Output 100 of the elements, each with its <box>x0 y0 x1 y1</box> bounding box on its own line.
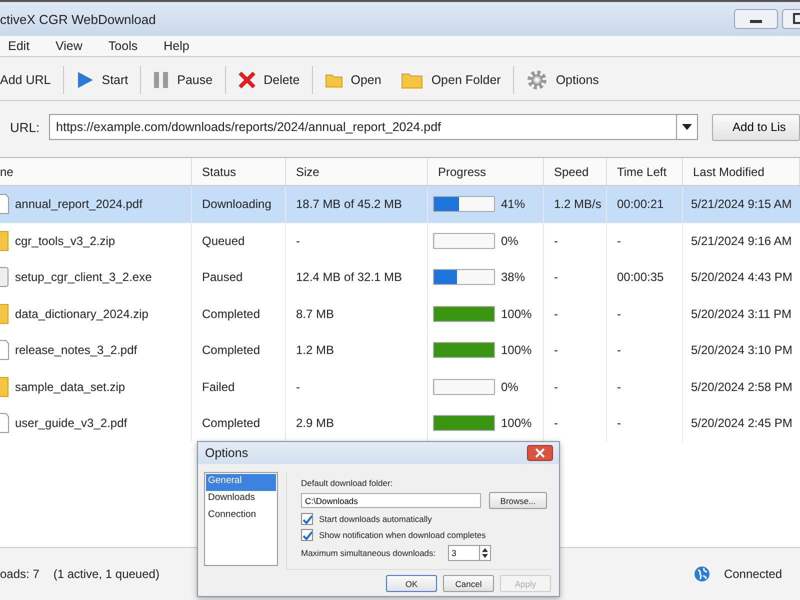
window-title: ctiveX CGR WebDownload <box>0 12 156 26</box>
file-name: release_notes_3_2.pdf <box>15 343 138 358</box>
table-cell-text: 5/21/2024 9:16 AM <box>690 232 793 250</box>
file-name: sample_data_set.zip <box>15 380 126 394</box>
dropdown-button[interactable] <box>676 114 698 140</box>
table-cell: Completed <box>192 332 286 368</box>
table-cell: - <box>607 222 683 259</box>
globe-icon <box>694 566 710 582</box>
file-name: annual_report_2024.pdf <box>15 197 142 212</box>
progress-percent: 38% <box>501 270 526 284</box>
max-downloads-label: Maximum simultaneous downloads: <box>301 548 436 558</box>
folder-label: Default download folder: <box>301 478 394 488</box>
table-row[interactable]: data_dictionary_2024.zip Completed 8.7 MB 100% - - 5/20/2024 3:11 PM <box>0 296 800 332</box>
browse-button[interactable]: Browse... <box>489 492 547 509</box>
table-cell: 00:00:21 <box>607 186 683 222</box>
table-cell: - <box>544 259 607 296</box>
file-name: user_guide_v3_2.pdf <box>15 416 128 430</box>
table-cell: Completed <box>192 296 286 332</box>
file-icon <box>0 194 9 214</box>
toolbar-button[interactable]: Options <box>516 64 609 96</box>
table-row[interactable]: release_notes_3_2.pdf Completed 1.2 MB 100% - - 5/20/2024 3:10 PM <box>0 332 800 368</box>
folder-icon <box>324 72 343 88</box>
table-row[interactable]: cgr_tools_v3_2.zip Queued - 0% - - 5/21/2024 9:16 AM <box>0 222 800 259</box>
table-cell-text: 5/20/2024 2:58 PM <box>690 378 794 396</box>
file-name: cgr_tools_v3_2.zip <box>15 234 116 248</box>
column-header[interactable]: Progress <box>428 158 544 185</box>
table-cell: 18.7 MB of 45.2 MB <box>286 186 428 222</box>
table-cell: - <box>544 222 607 259</box>
table-cell: Paused <box>192 259 286 296</box>
menu-item[interactable]: Edit <box>0 39 42 53</box>
progress-percent: 0% <box>501 234 518 248</box>
menu-item[interactable]: Help <box>156 39 202 53</box>
table-cell: 00:00:35 <box>607 259 683 296</box>
dialog-button[interactable]: OK <box>386 575 437 592</box>
table-cell: Failed <box>192 368 286 405</box>
dropdown-arrow-icon <box>682 124 692 130</box>
table-cell: 1.2 MB/s <box>544 186 607 222</box>
table-cell: - <box>607 368 683 405</box>
table-cell: - <box>607 296 683 332</box>
table-cell-text: 5/20/2024 3:11 PM <box>690 306 793 323</box>
table-cell: 8.7 MB <box>286 296 428 332</box>
file-icon <box>0 376 9 397</box>
table-cell-text: 5/21/2024 9:15 AM <box>690 196 793 214</box>
table-cell-text: 5/20/2024 4:43 PM <box>690 269 794 286</box>
toolbar-button[interactable]: Open Folder <box>391 64 511 96</box>
table-cell: - <box>286 222 428 259</box>
max-downloads-field[interactable]: 3 <box>448 545 479 561</box>
download-count: oads: 7 <box>0 567 40 581</box>
toolbar-button[interactable]: Delete <box>228 64 310 96</box>
url-field[interactable]: https://example.com/downloads/reports/2024/annual_report_2024.pdf <box>49 114 676 140</box>
file-name: data_dictionary_2024.zip <box>15 306 148 321</box>
checkbox-label: Show notification when download completes <box>319 530 486 540</box>
checkbox[interactable] <box>301 513 313 525</box>
toolbar-button[interactable]: Start <box>66 64 138 96</box>
table-cell: - <box>544 296 607 332</box>
toolbar-button[interactable]: Pause <box>143 64 223 96</box>
dialog-button[interactable]: Cancel <box>443 575 494 592</box>
file-icon <box>0 304 9 324</box>
table-cell: - <box>607 405 683 442</box>
table-cell: - <box>544 332 607 368</box>
spinner-button[interactable] <box>478 545 491 561</box>
download-summary: (1 active, 1 queued) <box>53 567 160 581</box>
category-item[interactable]: Connection <box>206 508 276 525</box>
menu-item[interactable]: Tools <box>100 39 150 53</box>
gear-icon <box>526 69 548 91</box>
file-icon <box>0 230 9 251</box>
column-header[interactable]: Last Modified <box>683 158 800 185</box>
table-cell: - <box>286 368 428 405</box>
table-row[interactable]: annual_report_2024.pdf Downloading 18.7 MB of 45.2 MB 41% 1.2 MB/s 00:00:21 5/21/2024 9:15 AM <box>0 186 800 222</box>
table-cell: Queued <box>192 222 286 259</box>
toolbar-button[interactable]: Add URL <box>0 64 61 96</box>
column-header[interactable]: Speed <box>544 158 607 185</box>
column-header[interactable]: Time Left <box>607 158 683 185</box>
column-header[interactable]: Status <box>192 158 286 185</box>
file-name: setup_cgr_client_3_2.exe <box>15 270 152 284</box>
add-to-list-button[interactable]: Add to Lis <box>712 114 800 140</box>
table-cell-text: 5/20/2024 2:45 PM <box>690 415 794 432</box>
progress-percent: 100% <box>501 343 532 358</box>
column-header[interactable]: ne <box>0 158 192 185</box>
progress-percent: 0% <box>501 380 518 394</box>
menu-item[interactable]: View <box>48 39 94 53</box>
progress-percent: 100% <box>501 416 532 430</box>
category-item[interactable]: General <box>206 474 276 491</box>
pause-icon <box>153 71 170 89</box>
category-item[interactable]: Downloads <box>206 491 276 508</box>
url-label: URL: <box>10 120 41 134</box>
toolbar-button[interactable]: Open <box>314 64 392 96</box>
table-row[interactable]: sample_data_set.zip Failed - 0% - - 5/20/2024 2:58 PM <box>0 368 800 405</box>
connection-status: Connected <box>724 567 782 581</box>
table-cell: 1.2 MB <box>286 332 428 368</box>
column-header[interactable]: Size <box>286 158 428 185</box>
folder-icon <box>401 71 424 89</box>
table-cell: - <box>607 332 683 368</box>
checkbox[interactable] <box>301 529 313 541</box>
progress-percent: 41% <box>501 197 526 212</box>
spinner-arrows-icon <box>480 546 490 560</box>
play-icon <box>76 71 94 89</box>
table-row[interactable]: setup_cgr_client_3_2.exe Paused 12.4 MB of 32.1 MB 38% - 00:00:35 5/20/2024 4:43 PM <box>0 259 800 296</box>
folder-field[interactable]: C:\Downloads <box>301 493 481 508</box>
dialog-title: Options <box>205 446 248 460</box>
